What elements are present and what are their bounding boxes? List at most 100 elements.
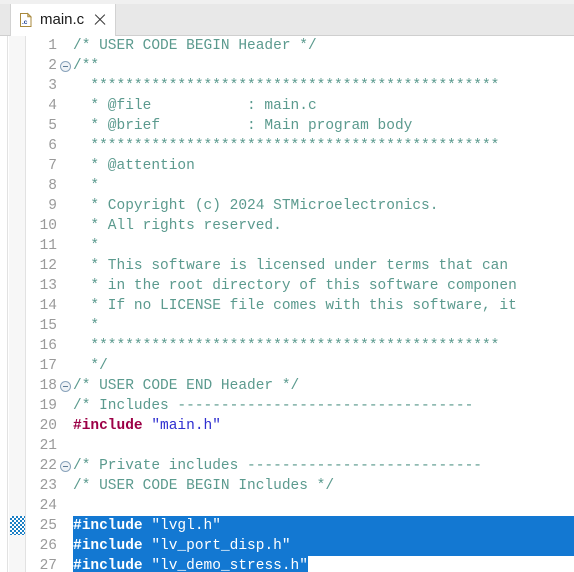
line-number: 19: [39, 398, 57, 414]
line-number: 9: [48, 198, 57, 214]
line-number: 10: [39, 218, 57, 234]
line-number: 22: [39, 458, 57, 474]
fold-collapse-icon[interactable]: [60, 61, 71, 72]
annotation-ruler[interactable]: [9, 36, 26, 572]
code-token-comment: *: [73, 238, 100, 254]
line-number: 24: [39, 498, 57, 514]
code-line[interactable]: 6 **************************************…: [27, 136, 574, 156]
line-number: 27: [39, 558, 57, 572]
line-number: 13: [39, 278, 57, 294]
line-number: 20: [39, 418, 57, 434]
overview-ruler[interactable]: [0, 36, 8, 572]
code-line[interactable]: 12 * This software is licensed under ter…: [27, 256, 574, 276]
code-token-comment: ****************************************…: [73, 78, 500, 94]
line-text: * All rights reserved.: [73, 216, 282, 236]
code-lines[interactable]: 1/* USER CODE BEGIN Header */ 2 /** 3 *****…: [27, 36, 574, 572]
code-line[interactable]: 26 #include "lv_port_disp.h": [27, 536, 574, 556]
code-line[interactable]: 22 /* Private includes ------------------…: [27, 456, 574, 476]
code-token-comment: /* USER CODE BEGIN Header */: [73, 38, 317, 54]
line-text: * Copyright (c) 2024 STMicroelectronics.: [73, 196, 438, 216]
code-token-comment: /* Private includes --------------------…: [73, 458, 482, 474]
line-number: 18: [39, 378, 57, 394]
code-line[interactable]: 15 *: [27, 316, 574, 336]
svg-text:.c: .c: [22, 19, 28, 26]
code-line[interactable]: 21: [27, 436, 574, 456]
code-line[interactable]: 18 /* USER CODE END Header */: [27, 376, 574, 396]
line-text: *: [73, 236, 99, 256]
line-number: 14: [39, 298, 57, 314]
code-line[interactable]: 24: [27, 496, 574, 516]
line-text: /**: [73, 56, 99, 76]
line-text: * If no LICENSE file comes with this sof…: [73, 296, 517, 316]
code-token-pp: #include: [73, 538, 143, 554]
line-text: /* USER CODE END Header */: [73, 376, 299, 396]
line-number: 26: [39, 538, 57, 554]
code-line[interactable]: 3 **************************************…: [27, 76, 574, 96]
tab-main-c[interactable]: .c main.c: [10, 4, 117, 36]
line-number: 8: [48, 178, 57, 194]
code-line[interactable]: 10 * All rights reserved.: [27, 216, 574, 236]
code-line[interactable]: 14 * If no LICENSE file comes with this …: [27, 296, 574, 316]
code-token-comment: /* Includes ----------------------------…: [73, 398, 474, 414]
code-token-comment: *: [73, 178, 100, 194]
line-text: /* USER CODE BEGIN Header */: [73, 36, 317, 56]
code-line[interactable]: 23 /* USER CODE BEGIN Includes */: [27, 476, 574, 496]
code-token-comment: /* USER CODE END Header */: [73, 378, 300, 394]
code-token-str: "lvgl.h": [151, 518, 221, 534]
code-token-comment: ****************************************…: [73, 138, 500, 154]
code-line[interactable]: 25 #include "lvgl.h": [27, 516, 574, 536]
code-token-pp: #include: [73, 558, 143, 572]
code-line[interactable]: 4 * @file : main.c: [27, 96, 574, 116]
code-token-comment: /**: [73, 58, 100, 74]
code-token-comment: ****************************************…: [73, 338, 500, 354]
c-source-file-icon: .c: [18, 12, 34, 28]
line-text: #include "main.h": [73, 416, 221, 436]
code-token-comment: /* USER CODE BEGIN Includes */: [73, 478, 335, 494]
code-line[interactable]: 13 * in the root directory of this softw…: [27, 276, 574, 296]
code-token-pp: #include: [73, 418, 143, 434]
fold-collapse-icon[interactable]: [60, 381, 71, 392]
code-token-str: "lv_port_disp.h": [151, 538, 291, 554]
code-line[interactable]: 20 #include "main.h": [27, 416, 574, 436]
line-text: * @brief : Main program body: [73, 116, 412, 136]
code-token-comment: * This software is licensed under terms …: [73, 258, 509, 274]
code-line[interactable]: 16 *************************************…: [27, 336, 574, 356]
line-text: /* Includes ----------------------------…: [73, 396, 473, 416]
code-token-str: "main.h": [151, 418, 221, 434]
code-line[interactable]: 11 *: [27, 236, 574, 256]
line-number: 2: [48, 58, 57, 74]
code-line[interactable]: 27 #include "lv_demo_stress.h": [27, 556, 574, 572]
line-text: /* Private includes --------------------…: [73, 456, 482, 476]
code-token-pp: #include: [73, 518, 143, 534]
code-token-comment: * If no LICENSE file comes with this sof…: [73, 298, 517, 314]
close-icon[interactable]: [93, 13, 107, 27]
line-text: /* USER CODE BEGIN Includes */: [73, 476, 334, 496]
code-token-comment: * @brief : Main program body: [73, 118, 413, 134]
code-line[interactable]: 19 /* Includes --------------------------…: [27, 396, 574, 416]
line-text: ****************************************…: [73, 336, 499, 356]
code-line[interactable]: 7 * @attention: [27, 156, 574, 176]
code-line[interactable]: 8 *: [27, 176, 574, 196]
code-line[interactable]: 2 /**: [27, 56, 574, 76]
code-token-comment: * in the root directory of this software…: [73, 278, 517, 294]
line-number: 7: [48, 158, 57, 174]
line-text: * @file : main.c: [73, 96, 316, 116]
code-line[interactable]: 1 /* USER CODE BEGIN Header */: [27, 36, 574, 56]
code-line[interactable]: 17 */: [27, 356, 574, 376]
line-number: 25: [39, 518, 57, 534]
line-number: 17: [39, 358, 57, 374]
code-token-comment: * All rights reserved.: [73, 218, 282, 234]
code-token-comment: */: [73, 358, 108, 374]
fold-collapse-icon[interactable]: [60, 461, 71, 472]
code-editor-area[interactable]: 1/* USER CODE BEGIN Header */ 2 /** 3 *****…: [0, 36, 574, 572]
changed-line-marker[interactable]: [10, 516, 25, 535]
line-text: #include "lvgl.h": [73, 516, 221, 536]
code-line[interactable]: 9 * Copyright (c) 2024 STMicroelectronic…: [27, 196, 574, 216]
line-number: 15: [39, 318, 57, 334]
line-text: *: [73, 176, 99, 196]
line-number: 21: [39, 438, 57, 454]
code-token-str: "lv_demo_stress.h": [151, 558, 308, 572]
line-text: ****************************************…: [73, 76, 499, 96]
code-line[interactable]: 5 * @brief : Main program body: [27, 116, 574, 136]
line-number: 11: [39, 238, 57, 254]
